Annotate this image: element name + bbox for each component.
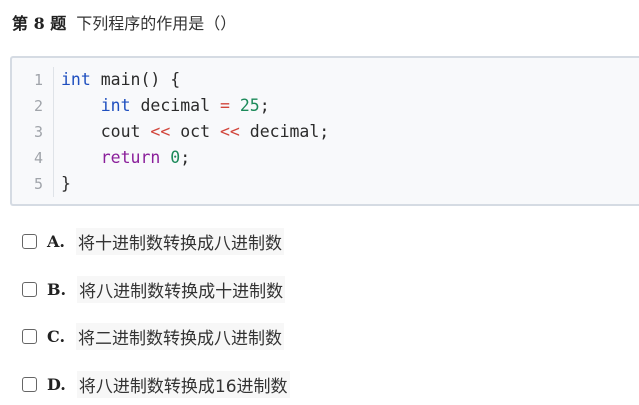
option-a-checkbox[interactable] (22, 233, 37, 249)
code-line: 1 int main() { (12, 67, 639, 93)
code-token: << (150, 122, 171, 141)
option-d-letter: D. (47, 374, 66, 394)
option-b[interactable]: B. 将八进制数转换成十进制数 (22, 275, 286, 303)
code-token: oct (170, 122, 220, 141)
code-token: int (61, 70, 91, 89)
option-d[interactable]: D. 将八进制数转换成16进制数 (22, 370, 290, 398)
code-token: int (100, 96, 131, 115)
code-line: 5} (12, 171, 639, 197)
line-number: 1 (33, 71, 43, 89)
gutter-divider (53, 67, 54, 93)
code-lines: 1 int main() {2 int decimal = 25; 3 cout <… (12, 67, 639, 197)
option-c[interactable]: C. 将二进制数转换成八进制数 (22, 322, 285, 350)
option-c-letter: C. (47, 326, 66, 346)
gutter-divider (53, 171, 54, 197)
line-number: 2 (33, 97, 43, 115)
line-number: 5 (33, 175, 43, 193)
code-token: = (219, 96, 230, 115)
code-text: } (61, 171, 71, 197)
code-token: 25 (239, 96, 260, 115)
code-token: << (219, 122, 240, 141)
code-token: main() { (90, 70, 181, 89)
code-line: 3 cout << oct << decimal; (12, 119, 639, 145)
question-page: 第 8 题 下列程序的作用是（） 1 int main() {2 int deci… (0, 0, 639, 405)
code-token: decimal (130, 96, 220, 115)
code-token: return (100, 148, 161, 167)
option-b-letter: B. (47, 279, 67, 299)
gutter-divider (53, 119, 54, 145)
code-block: 1 int main() {2 int decimal = 25; 3 cout <… (10, 56, 639, 206)
option-c-text: 将二进制数转换成八进制数 (76, 322, 285, 350)
gutter-divider (53, 93, 54, 119)
gutter-divider (53, 145, 54, 171)
question-text: 下列程序的作用是（） (76, 14, 237, 33)
option-d-checkbox[interactable] (22, 376, 37, 392)
code-line: 4 return 0; (12, 145, 639, 171)
option-a[interactable]: A. 将十进制数转换成八进制数 (22, 227, 284, 255)
code-text: return 0; (61, 145, 190, 171)
option-b-text: 将八进制数转换成十进制数 (77, 275, 286, 303)
code-token: ; (180, 148, 191, 167)
code-token: decimal; (239, 122, 330, 141)
code-text: int decimal = 25; (61, 93, 270, 119)
code-token: 0 (170, 148, 181, 167)
code-token: } (61, 174, 71, 193)
line-number: 4 (33, 149, 43, 167)
option-a-text: 将十进制数转换成八进制数 (75, 227, 284, 255)
code-text: int main() { (61, 67, 180, 93)
code-text: cout << oct << decimal; (61, 119, 330, 145)
code-line: 2 int decimal = 25; (12, 93, 639, 119)
option-b-checkbox[interactable] (22, 281, 37, 297)
code-token: ; (259, 96, 270, 115)
option-d-text: 将八进制数转换成16进制数 (76, 370, 290, 398)
option-c-checkbox[interactable] (22, 328, 37, 344)
code-token: cout (61, 122, 151, 141)
option-a-letter: A. (47, 231, 65, 251)
question-number: 第 8 题 (12, 14, 67, 33)
question-header: 第 8 题 下列程序的作用是（） (12, 12, 236, 36)
line-number: 3 (33, 123, 43, 141)
